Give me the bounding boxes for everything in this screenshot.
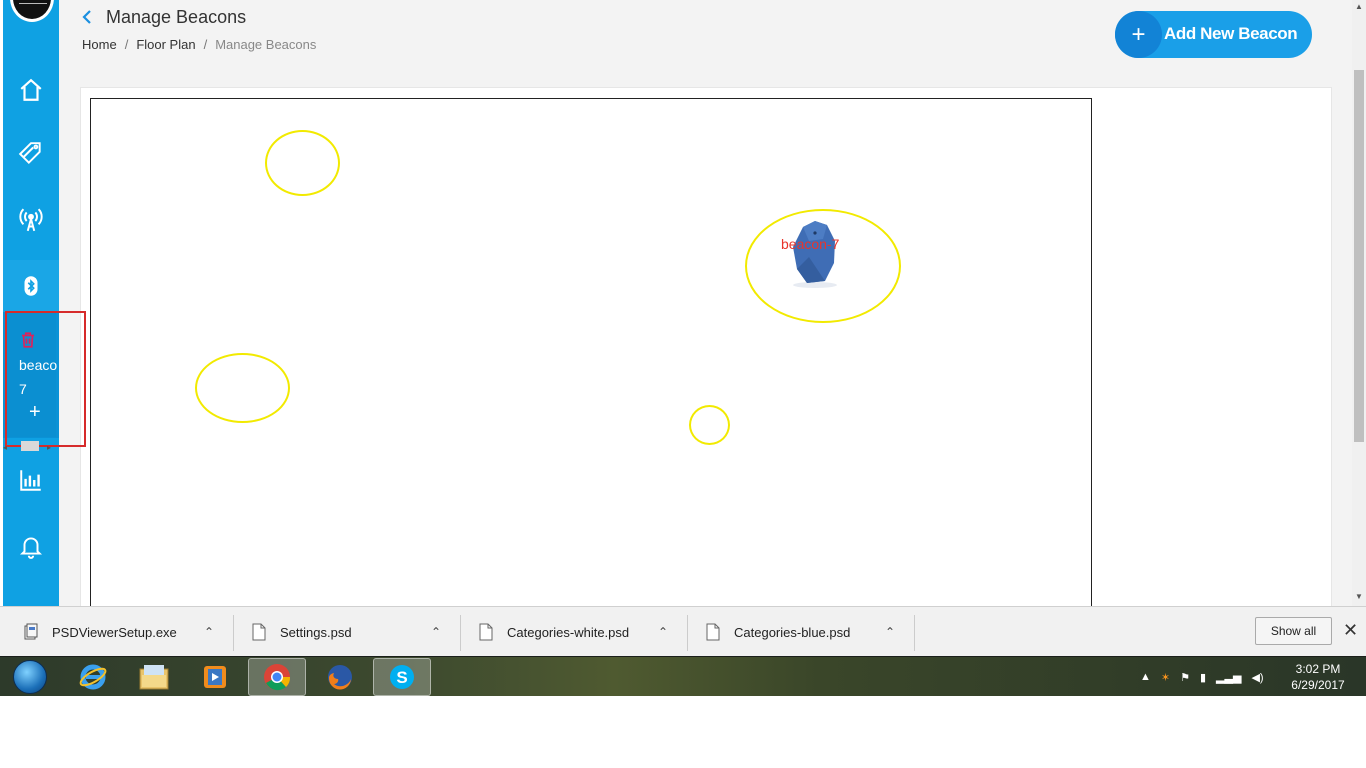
download-item[interactable]: Categories-white.psd ⌃ — [479, 607, 668, 657]
bell-icon — [19, 537, 43, 559]
caret-up-icon[interactable]: ⌃ — [885, 625, 895, 639]
beacon-label: beacon-7 — [781, 236, 840, 252]
breadcrumb-current: Manage Beacons — [215, 37, 317, 52]
breadcrumb-separator: / — [124, 37, 129, 52]
download-filename: PSDViewerSetup.exe — [52, 624, 177, 640]
divider — [687, 615, 688, 651]
firefox-icon — [328, 665, 352, 690]
page-title: Manage Beacons — [106, 7, 247, 27]
divider — [460, 615, 461, 651]
back-button[interactable] — [81, 8, 93, 32]
sidebar-item-beacons[interactable] — [3, 254, 59, 318]
browser-viewport: beaco 7 + ◂ ▸ Manage Beacons Home / Floor P… — [0, 0, 1366, 696]
system-clock[interactable]: 3:02 PM 6/29/2017 — [1282, 661, 1354, 693]
installer-icon — [24, 623, 38, 640]
power-icon[interactable]: ▮ — [1200, 671, 1206, 684]
caret-up-icon[interactable]: ⌃ — [658, 625, 668, 639]
beacon-zone[interactable] — [265, 130, 340, 196]
file-explorer-icon — [139, 665, 169, 690]
scroll-right-arrow[interactable]: ▸ — [47, 443, 51, 452]
taskbar-firefox[interactable] — [311, 658, 369, 696]
windows-taskbar: S ▲ ✶ ⚑ ▮ ▂▃▅ ◀) 3:02 PM 6/29/2017 — [0, 656, 1366, 696]
page-scrollbar[interactable]: ▲ ▼ — [1352, 0, 1366, 606]
plus-icon: + — [1115, 11, 1162, 58]
download-filename: Settings.psd — [280, 624, 352, 640]
internet-explorer-icon — [79, 664, 107, 690]
scroll-left-arrow[interactable]: ◂ — [3, 443, 7, 452]
sidebar-item-antenna[interactable] — [3, 188, 59, 252]
bar-chart-icon — [20, 470, 41, 491]
chevron-left-icon — [82, 10, 91, 24]
beacon-zone[interactable] — [689, 405, 730, 445]
media-player-icon — [204, 666, 226, 688]
file-icon — [252, 623, 266, 641]
windows-logo-icon — [13, 660, 47, 694]
file-icon — [706, 623, 720, 641]
clock-time: 3:02 PM — [1295, 662, 1341, 676]
download-item[interactable]: Categories-blue.psd ⌃ — [706, 607, 895, 657]
download-item[interactable]: PSDViewerSetup.exe ⌃ — [24, 607, 214, 657]
breadcrumb-floor-plan[interactable]: Floor Plan — [136, 37, 195, 52]
download-filename: Categories-white.psd — [507, 624, 630, 640]
beacon-card-name: beaco 7 — [19, 357, 58, 397]
skype-icon: S — [390, 665, 414, 689]
avast-icon[interactable]: ✶ — [1161, 671, 1170, 684]
start-button[interactable] — [4, 658, 56, 696]
scroll-up-arrow[interactable]: ▲ — [1355, 2, 1363, 11]
network-signal-icon[interactable]: ▂▃▅ — [1216, 671, 1241, 684]
taskbar-chrome[interactable] — [248, 658, 306, 696]
breadcrumb-home[interactable]: Home — [82, 37, 117, 52]
divider — [914, 615, 915, 651]
home-icon — [20, 78, 42, 101]
clock-date: 6/29/2017 — [1291, 678, 1345, 692]
file-icon — [479, 623, 493, 641]
scrollbar-thumb[interactable] — [1354, 70, 1364, 442]
chrome-icon — [264, 664, 291, 691]
show-all-button[interactable]: Show all — [1255, 617, 1332, 645]
brand-logo[interactable] — [10, 0, 54, 22]
card-scrollbar-thumb[interactable] — [21, 441, 39, 451]
trash-icon[interactable] — [19, 331, 37, 349]
download-filename: Categories-blue.psd — [734, 624, 851, 640]
bluetooth-icon — [24, 276, 38, 296]
system-tray: ▲ ✶ ⚑ ▮ ▂▃▅ ◀) — [1140, 657, 1274, 696]
taskbar-skype[interactable]: S — [373, 658, 431, 696]
taskbar-internet-explorer[interactable] — [64, 658, 122, 696]
caret-up-icon[interactable]: ⌃ — [431, 625, 441, 639]
caret-up-icon[interactable]: ⌃ — [204, 625, 214, 639]
breadcrumb: Home / Floor Plan / Manage Beacons — [82, 37, 316, 52]
tag-icon — [18, 142, 41, 165]
svg-text:S: S — [396, 668, 407, 687]
taskbar-media-player[interactable] — [186, 658, 244, 696]
download-item[interactable]: Settings.psd ⌃ — [252, 607, 441, 657]
downloads-bar: PSDViewerSetup.exe ⌃ Settings.psd ⌃ Cate… — [0, 606, 1366, 656]
volume-icon[interactable]: ◀) — [1251, 671, 1263, 684]
tray-expand-icon[interactable]: ▲ — [1140, 671, 1151, 683]
floorplan-canvas[interactable]: beacon-7 — [90, 98, 1092, 618]
antenna-icon — [19, 208, 43, 232]
add-beacon-plus-button[interactable]: + — [29, 401, 41, 424]
divider — [233, 615, 234, 651]
beacon-zone[interactable] — [195, 353, 290, 423]
sidebar — [3, 0, 59, 606]
close-downloads-button[interactable]: ✕ — [1343, 620, 1358, 641]
beacon-drag-card[interactable]: beaco 7 + ◂ ▸ — [3, 311, 86, 452]
sidebar-item-analytics[interactable] — [3, 448, 59, 512]
breadcrumb-separator: / — [203, 37, 208, 52]
beacon-device-icon[interactable] — [789, 219, 839, 291]
add-new-beacon-button[interactable]: + Add New Beacon — [1115, 11, 1312, 58]
main-content: Manage Beacons Home / Floor Plan / Manage Be… — [59, 0, 1352, 627]
taskbar-file-explorer[interactable] — [125, 658, 183, 696]
sidebar-item-tags[interactable] — [3, 122, 59, 186]
action-center-icon[interactable]: ⚑ — [1180, 671, 1190, 684]
scroll-down-arrow[interactable]: ▼ — [1355, 592, 1363, 601]
sidebar-item-notifications[interactable] — [3, 514, 59, 578]
add-new-beacon-label: Add New Beacon — [1164, 24, 1298, 43]
sidebar-item-home[interactable] — [3, 58, 59, 122]
